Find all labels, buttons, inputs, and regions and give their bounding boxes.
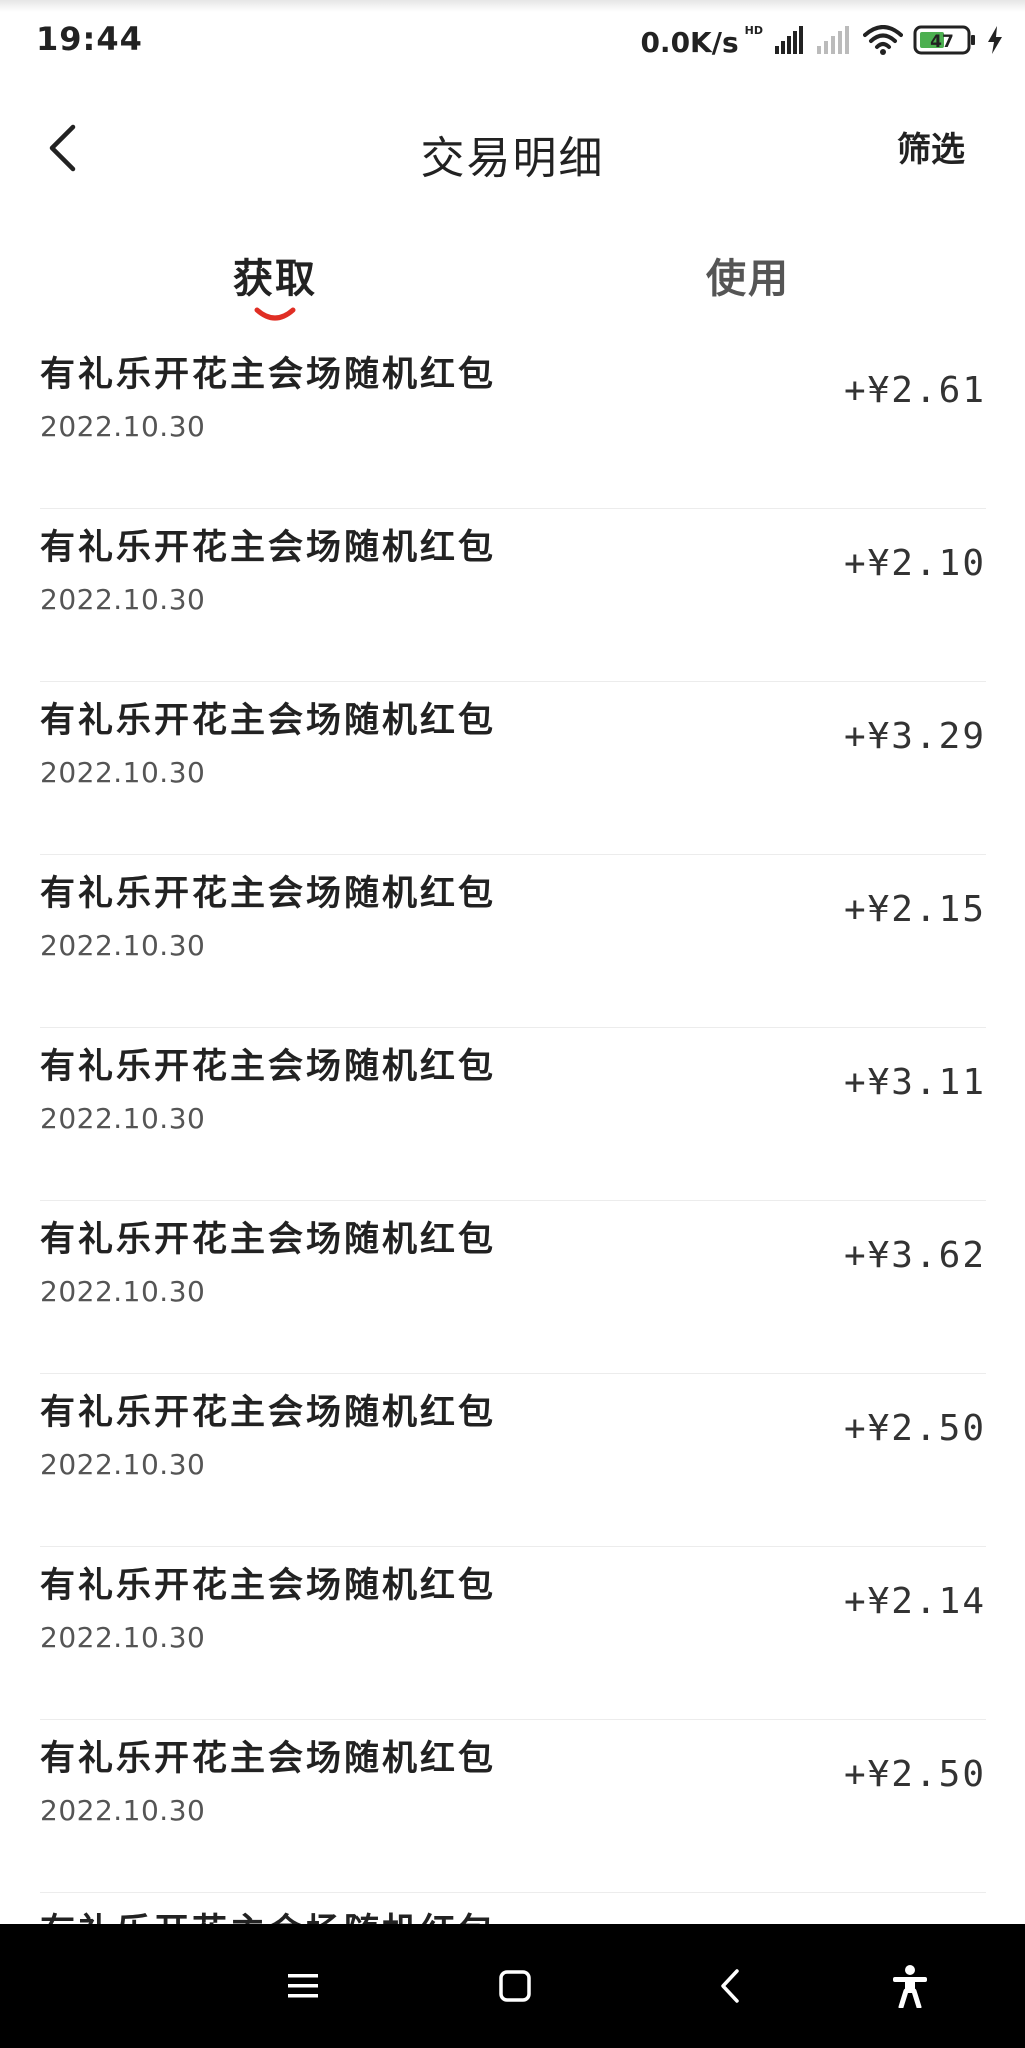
item-date: 2022.10.30 [40,1102,206,1135]
item-title: 有礼乐开花主会场随机红包 [40,1566,497,1606]
home-button[interactable] [485,1956,545,2016]
menu-icon [288,1974,318,1998]
page-title: 交易明细 [420,133,605,184]
item-amount: +¥2.50 [843,1408,986,1449]
tab-bar: 获取 使用 [0,236,1025,326]
system-nav-bar [0,1924,1025,2048]
signal-icon [775,26,805,58]
accessibility-icon [893,1965,927,2008]
item-amount: +¥3.62 [843,1235,986,1276]
list-item[interactable]: 有礼乐开花主会场随机红包 2022.10.30 +¥2.50 [40,1720,986,1893]
wifi-icon [863,25,903,59]
item-date: 2022.10.30 [40,756,206,789]
item-amount: +¥3.29 [843,716,986,757]
list-item[interactable]: 有礼乐开花主会场随机红包 2022.10.30 +¥2.61 [40,336,986,509]
filter-button[interactable]: 筛选 [897,122,965,171]
active-tab-indicator [254,307,296,321]
item-amount: +¥2.10 [843,543,986,584]
hd-label: HD [744,23,763,37]
charging-icon [987,26,1003,58]
list-item[interactable]: 有礼乐开花主会场随机红包 2022.10.30 +¥2.10 [40,509,986,682]
item-title: 有礼乐开花主会场随机红包 [40,355,497,395]
signal-weak-icon [815,26,853,58]
item-amount: +¥3.11 [843,1062,986,1103]
item-title: 有礼乐开花主会场随机红包 [40,1047,497,1087]
tab-obtain[interactable]: 获取 [165,246,385,304]
item-date: 2022.10.30 [40,1794,206,1827]
item-title: 有礼乐开花主会场随机红包 [40,701,497,741]
item-amount: +¥2.61 [843,370,986,411]
tab-use[interactable]: 使用 [638,246,858,304]
list-item[interactable]: 有礼乐开花主会场随机红包 [40,1893,986,1924]
item-date: 2022.10.30 [40,583,206,616]
item-title: 有礼乐开花主会场随机红包 [40,1220,497,1260]
item-title: 有礼乐开花主会场随机红包 [40,528,497,568]
list-item[interactable]: 有礼乐开花主会场随机红包 2022.10.30 +¥2.14 [40,1547,986,1720]
accessibility-button[interactable] [880,1956,940,2016]
list-item[interactable]: 有礼乐开花主会场随机红包 2022.10.30 +¥3.11 [40,1028,986,1201]
status-indicators: 0.0K/s HD 47 [640,22,1003,62]
transaction-list[interactable]: 有礼乐开花主会场随机红包 2022.10.30 +¥2.61 有礼乐开花主会场随… [40,336,986,1924]
item-date: 2022.10.30 [40,929,206,962]
item-title: 有礼乐开花主会场随机红包 [40,1739,497,1779]
list-item[interactable]: 有礼乐开花主会场随机红包 2022.10.30 +¥3.62 [40,1201,986,1374]
header: 交易明细 筛选 [0,84,1025,214]
network-speed: 0.0K/s [640,25,739,59]
list-item[interactable]: 有礼乐开花主会场随机红包 2022.10.30 +¥3.29 [40,682,986,855]
item-title: 有礼乐开花主会场随机红包 [40,1393,497,1433]
status-bar: 19:44 0.0K/s HD 47 [0,0,1025,84]
item-amount: +¥2.15 [843,889,986,930]
item-amount: +¥2.14 [843,1581,986,1622]
menu-button[interactable] [273,1956,333,2016]
back-icon [721,1969,739,2003]
battery-icon: 47 [913,24,977,60]
item-date: 2022.10.30 [40,1448,206,1481]
item-amount: +¥2.50 [843,1754,986,1795]
list-item[interactable]: 有礼乐开花主会场随机红包 2022.10.30 +¥2.50 [40,1374,986,1547]
list-item[interactable]: 有礼乐开花主会场随机红包 2022.10.30 +¥2.15 [40,855,986,1028]
battery-level: 47 [930,32,954,52]
item-title: 有礼乐开花主会场随机红包 [40,1903,496,1924]
back-nav-button[interactable] [700,1956,760,2016]
item-date: 2022.10.30 [40,410,206,443]
item-date: 2022.10.30 [40,1621,206,1654]
status-time: 19:44 [36,20,143,58]
home-icon [499,1970,531,2002]
item-date: 2022.10.30 [40,1275,206,1308]
item-title: 有礼乐开花主会场随机红包 [40,874,497,914]
